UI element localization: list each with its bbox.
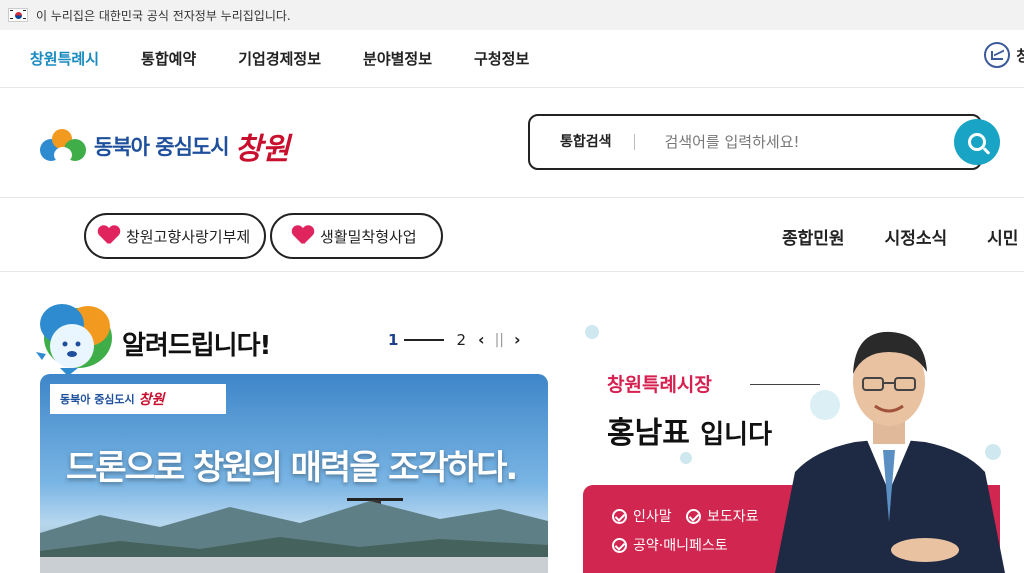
- main-nav-item-civil[interactable]: 종합민원: [782, 224, 845, 249]
- logo-script: 창원: [234, 132, 290, 167]
- chart-icon: [984, 42, 1011, 68]
- search-input[interactable]: [662, 132, 913, 152]
- logo-mark-icon: [38, 125, 90, 167]
- notice-pager: 1 2 ‹ || ›: [388, 330, 521, 349]
- main-nav-item-citizen[interactable]: 시민: [987, 224, 1018, 249]
- hometown-donation-button[interactable]: 창원고향사랑기부제: [84, 213, 267, 259]
- korea-flag-icon: [8, 8, 28, 22]
- search-icon: [968, 133, 986, 151]
- notice-title: 알려드립니다!: [122, 331, 271, 361]
- check-circle-icon: [612, 537, 627, 553]
- top-nav: 창원특례시 통합예약 기업경제정보 분야별정보 구청정보 창원: [0, 30, 1024, 88]
- banner-badge-script: 창원: [138, 392, 165, 408]
- gov-banner: 이 누리집은 대한민국 공식 전자정부 누리집입니다.: [0, 0, 1024, 30]
- top-nav-item-district[interactable]: 구청정보: [474, 48, 529, 69]
- top-nav-item-economy[interactable]: 기업경제정보: [238, 48, 321, 69]
- pause-icon[interactable]: ||: [495, 332, 504, 348]
- heart-icon: [98, 226, 120, 246]
- press-release-link-label: 보도자료: [707, 509, 759, 525]
- mayor-name: 홍남표 입니다: [607, 408, 772, 452]
- greeting-link[interactable]: 인사말: [612, 506, 672, 526]
- header: 동북아 중심도시 창원 통합검색: [0, 88, 1024, 198]
- decor-circle: [585, 325, 599, 339]
- pager-current: 1: [388, 330, 399, 349]
- decor-circle: [680, 452, 692, 464]
- pager-total: 2: [456, 330, 466, 349]
- mascot-icon: [36, 304, 112, 376]
- manifesto-link[interactable]: 공약·매니페스토: [612, 535, 728, 555]
- search-button[interactable]: [954, 119, 1000, 165]
- main-nav-item-news[interactable]: 시정소식: [885, 224, 948, 249]
- mayor-name-text: 홍남표: [607, 416, 690, 451]
- logo-text: 동북아 중심도시: [94, 135, 230, 159]
- top-nav-item-changwon[interactable]: 창원특례시: [30, 48, 99, 69]
- pill-label: 생활밀착형사업: [320, 227, 417, 246]
- check-circle-icon: [612, 508, 627, 524]
- top-nav-item-field-info[interactable]: 분야별정보: [363, 48, 432, 69]
- top-right-label: 창원: [1016, 46, 1024, 65]
- banner-headline: 드론으로 창원의 매력을 조각하다.: [66, 448, 518, 488]
- press-release-link[interactable]: 보도자료: [686, 506, 759, 526]
- notice-banner[interactable]: 동북아 중심도시 창원 드론으로 창원의 매력을 조각하다.: [40, 374, 548, 573]
- top-nav-item-reservation[interactable]: 통합예약: [141, 48, 196, 69]
- heart-icon: [292, 226, 314, 246]
- search-box: 통합검색: [528, 114, 1000, 170]
- mayor-name-suffix: 입니다: [700, 420, 773, 450]
- main-nav: 종합민원 시정소식 시민: [782, 224, 1024, 249]
- search-label: 통합검색: [560, 134, 635, 150]
- city-landscape-image: [40, 501, 548, 573]
- quick-link-row: 창원고향사랑기부제 생활밀착형사업 종합민원 시정소식 시민: [0, 198, 1024, 272]
- check-circle-icon: [686, 508, 701, 524]
- mayor-title: 창원특례시장: [607, 374, 712, 396]
- pill-label: 창원고향사랑기부제: [126, 227, 251, 246]
- banner-badge-text: 동북아 중심도시: [60, 393, 135, 406]
- greeting-link-label: 인사말: [633, 509, 672, 525]
- banner-badge: 동북아 중심도시 창원: [50, 384, 226, 414]
- manifesto-link-label: 공약·매니페스토: [633, 538, 728, 554]
- gov-banner-text: 이 누리집은 대한민국 공식 전자정부 누리집입니다.: [36, 8, 291, 23]
- mayor-portrait-image: [775, 331, 1005, 573]
- pager-progress: [404, 338, 445, 341]
- site-logo[interactable]: 동북아 중심도시 창원: [38, 124, 290, 168]
- top-right-link[interactable]: 창원: [984, 42, 1024, 68]
- prev-icon[interactable]: ‹: [478, 330, 485, 349]
- life-project-button[interactable]: 생활밀착형사업: [270, 213, 443, 259]
- next-icon[interactable]: ›: [514, 330, 521, 349]
